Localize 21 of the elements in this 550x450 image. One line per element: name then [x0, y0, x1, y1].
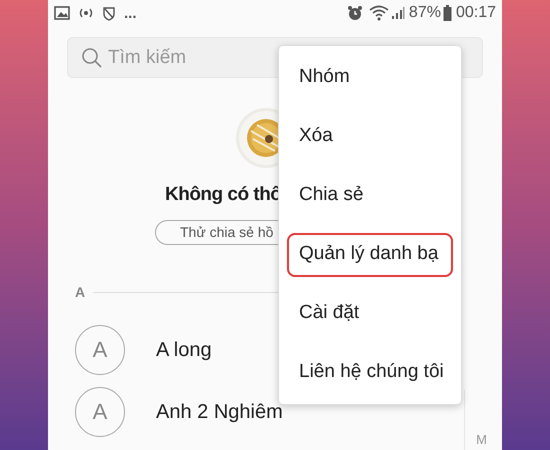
search-icon [81, 47, 103, 69]
menu-item[interactable]: Xóa [287, 114, 453, 158]
wifi-icon [368, 5, 389, 21]
menu-item[interactable]: Cài đặt [287, 292, 453, 336]
contact-name: A long [156, 338, 212, 362]
shield-slash-icon [102, 6, 116, 20]
contact-avatar: A [75, 386, 125, 436]
signal-icon [390, 6, 405, 20]
contact-name: Anh 2 Nghiêm [156, 400, 283, 424]
menu-item[interactable]: Chia sẻ [287, 174, 453, 218]
image-icon [54, 6, 70, 20]
hotspot-icon [78, 6, 94, 20]
overflow-text: ... [124, 6, 137, 20]
alarm-icon [346, 5, 363, 21]
battery-icon [442, 5, 452, 21]
menu-item[interactable]: Quản lý danh bạ [287, 232, 453, 276]
clock-text: 00:17 [456, 5, 496, 21]
battery-percent: 87% [408, 5, 441, 21]
contact-avatar: A [75, 324, 125, 374]
section-letter: A [75, 282, 86, 302]
menu-item[interactable]: Liên hệ chúng tôi [287, 350, 453, 394]
